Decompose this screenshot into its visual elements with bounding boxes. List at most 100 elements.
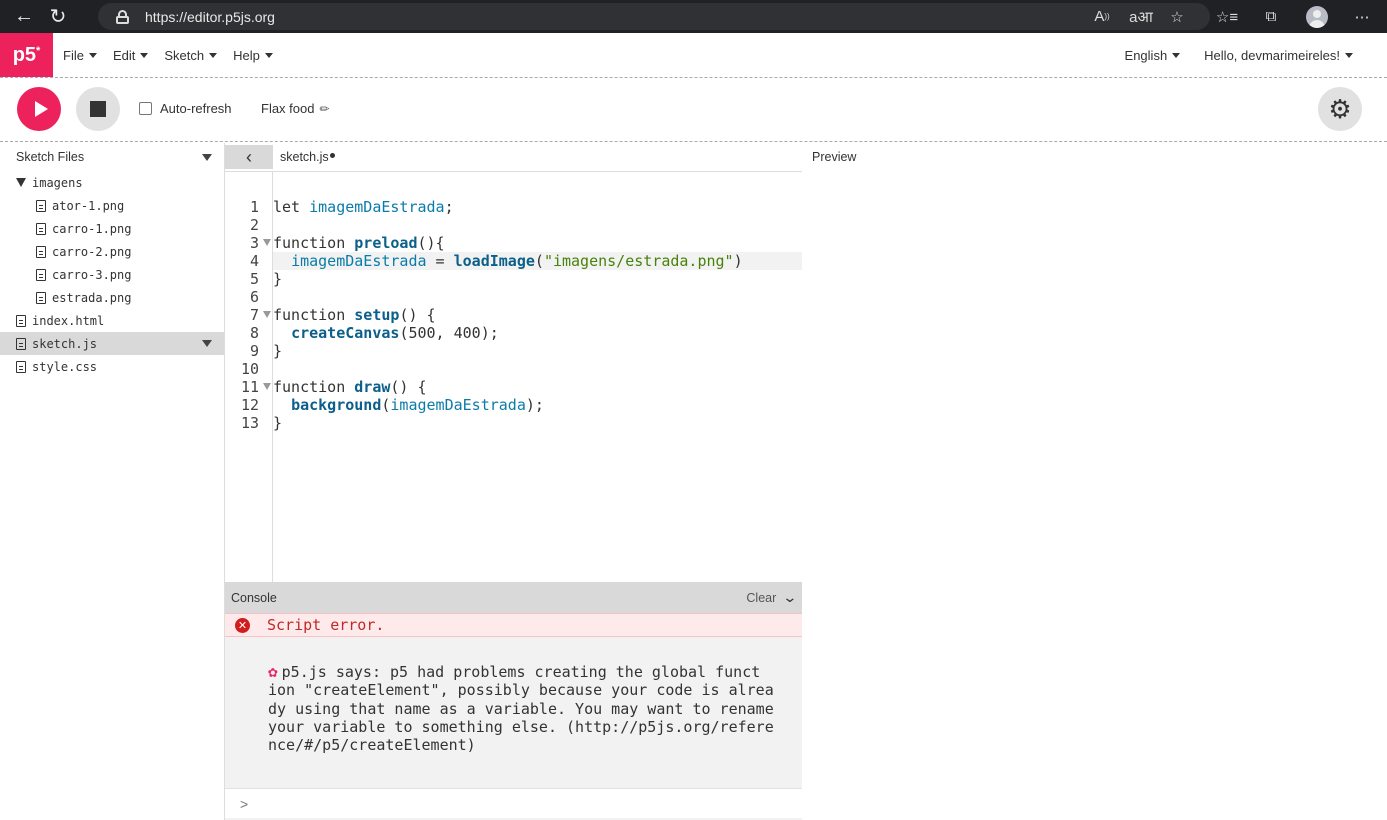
file-item[interactable]: estrada.png bbox=[0, 286, 224, 309]
user-menu[interactable]: Hello, devmarimeireles! bbox=[1204, 48, 1359, 63]
play-button[interactable] bbox=[17, 87, 61, 131]
code-line[interactable] bbox=[273, 288, 802, 306]
auto-refresh-checkbox[interactable] bbox=[139, 102, 152, 115]
code-line[interactable]: } bbox=[273, 414, 802, 432]
favorites-icon[interactable]: ☆≡ bbox=[1212, 0, 1242, 33]
editor-tab[interactable]: sketch.js bbox=[280, 150, 335, 164]
url-text[interactable]: https://editor.p5js.org bbox=[145, 9, 275, 25]
folder-imagens[interactable]: imagens bbox=[0, 171, 224, 194]
chevron-left-icon: ‹ bbox=[246, 146, 252, 167]
chevron-down-icon bbox=[140, 52, 149, 58]
message-line: nce/#/p5/createElement) bbox=[268, 736, 476, 755]
code-line-active[interactable]: imagemDaEstrada = loadImage("imagens/est… bbox=[273, 252, 802, 270]
play-icon bbox=[34, 101, 48, 117]
language-menu[interactable]: English bbox=[1125, 48, 1187, 63]
chevron-down-icon[interactable] bbox=[202, 153, 212, 161]
line-number: 6 bbox=[249, 288, 259, 306]
menu-help[interactable]: Help bbox=[233, 48, 279, 63]
lock-icon[interactable] bbox=[116, 9, 129, 24]
code-line[interactable]: } bbox=[273, 342, 802, 360]
file-label: estrada.png bbox=[52, 290, 132, 305]
code-line[interactable]: function draw() { bbox=[273, 378, 802, 396]
file-item[interactable]: carro-2.png bbox=[0, 240, 224, 263]
menu-file[interactable]: File bbox=[63, 48, 103, 63]
back-arrow-icon[interactable]: ← bbox=[7, 0, 41, 33]
file-item[interactable]: ator-1.png bbox=[0, 194, 224, 217]
console-clear-button[interactable]: Clear bbox=[746, 591, 776, 605]
line-number: 13 bbox=[240, 414, 259, 432]
file-label: carro-2.png bbox=[52, 244, 132, 259]
file-label: ator-1.png bbox=[52, 198, 125, 213]
stop-button[interactable] bbox=[76, 87, 120, 131]
console-input[interactable]: > bbox=[225, 789, 802, 818]
folder-open-icon[interactable] bbox=[16, 178, 26, 187]
console-message: ✿ p5.js says: p5 had problems creating th… bbox=[225, 637, 802, 789]
pencil-icon[interactable]: ✏ bbox=[319, 102, 329, 116]
file-item-selected[interactable]: sketch.js bbox=[0, 332, 224, 355]
menu-bar: p5 * File Edit Sketch Help English Hello,… bbox=[0, 33, 1387, 78]
code-line[interactable] bbox=[273, 360, 802, 378]
sketch-files-sidebar: Sketch Files imagens ator-1.png carro-1.… bbox=[0, 143, 225, 820]
fold-marker-icon[interactable] bbox=[263, 239, 271, 246]
code-line[interactable]: function preload(){ bbox=[273, 234, 802, 252]
fold-marker-icon[interactable] bbox=[263, 383, 271, 390]
p5-logo[interactable]: p5 * bbox=[0, 33, 53, 77]
chevron-down-icon[interactable] bbox=[202, 340, 212, 347]
more-icon[interactable]: ⋯ bbox=[1347, 0, 1377, 33]
sidebar-header[interactable]: Sketch Files bbox=[0, 143, 224, 171]
message-line: dy using that name as a variable. You ma… bbox=[268, 699, 774, 718]
line-number: 8 bbox=[249, 324, 259, 342]
preview-label: Preview bbox=[812, 150, 857, 164]
console-title: Console bbox=[231, 590, 277, 605]
menu-edit[interactable]: Edit bbox=[113, 48, 154, 63]
file-icon bbox=[16, 337, 26, 350]
refresh-icon[interactable]: ↻ bbox=[41, 0, 75, 33]
auto-refresh-toggle[interactable]: Auto-refresh bbox=[139, 101, 232, 116]
translate-icon[interactable]: aआ bbox=[1126, 0, 1156, 33]
message-line-text: p5.js says: p5 had problems creating the… bbox=[281, 663, 761, 681]
file-item[interactable]: style.css bbox=[0, 355, 224, 378]
sketch-name[interactable]: Flax food ✏ bbox=[261, 101, 330, 116]
add-favorite-icon[interactable]: ☆ bbox=[1162, 0, 1192, 33]
code-line[interactable] bbox=[273, 216, 802, 234]
message-line: ✿ p5.js says: p5 had problems creating th… bbox=[268, 662, 782, 681]
code-line[interactable]: } bbox=[273, 270, 802, 288]
collections-icon[interactable]: ⧉ bbox=[1256, 0, 1286, 33]
chevron-down-icon bbox=[264, 52, 273, 58]
unsaved-indicator bbox=[329, 153, 335, 158]
collapse-sidebar-button[interactable]: ‹ bbox=[225, 145, 273, 169]
file-icon bbox=[36, 268, 46, 281]
message-line: your variable to something else. (http:/… bbox=[268, 717, 774, 736]
line-number: 10 bbox=[240, 360, 259, 378]
read-aloud-icon[interactable]: A)) bbox=[1087, 0, 1117, 33]
chevron-down-icon bbox=[209, 52, 218, 58]
code-editor[interactable]: 1 2 3 4 5 6 7 8 9 10 11 12 13 let imagem… bbox=[225, 171, 802, 583]
folder-label: imagens bbox=[32, 175, 83, 190]
stop-icon bbox=[90, 101, 106, 117]
chevron-down-icon bbox=[1172, 53, 1181, 58]
menu-help-label: Help bbox=[233, 47, 260, 63]
menu-sketch[interactable]: Sketch bbox=[164, 48, 223, 63]
code-line[interactable]: createCanvas(500, 400); bbox=[273, 324, 802, 342]
profile-icon[interactable] bbox=[1302, 0, 1332, 33]
language-label: English bbox=[1124, 48, 1168, 63]
line-number: 2 bbox=[249, 216, 259, 234]
code-line[interactable]: function setup() { bbox=[273, 306, 802, 324]
profile-avatar[interactable] bbox=[1306, 5, 1328, 28]
line-number: 5 bbox=[249, 270, 259, 288]
logo-text: p5 bbox=[12, 43, 37, 66]
sketch-toolbar: Auto-refresh Flax food ✏ ⚙ bbox=[0, 79, 1387, 142]
file-item[interactable]: carro-1.png bbox=[0, 217, 224, 240]
file-item[interactable]: carro-3.png bbox=[0, 263, 224, 286]
code-line[interactable]: let imagemDaEstrada; bbox=[273, 198, 802, 216]
chevron-down-icon[interactable]: ⌄ bbox=[783, 589, 798, 606]
file-item[interactable]: index.html bbox=[0, 309, 224, 332]
code-area[interactable]: let imagemDaEstrada; function preload(){… bbox=[273, 172, 802, 583]
file-icon bbox=[36, 245, 46, 258]
fold-marker-icon[interactable] bbox=[263, 311, 271, 318]
chevron-down-icon bbox=[1345, 53, 1353, 58]
settings-button[interactable]: ⚙ bbox=[1318, 87, 1362, 131]
menu-sketch-label: Sketch bbox=[164, 47, 205, 63]
code-line[interactable]: background(imagemDaEstrada); bbox=[273, 396, 802, 414]
address-bar[interactable]: https://editor.p5js.org bbox=[98, 3, 1210, 30]
